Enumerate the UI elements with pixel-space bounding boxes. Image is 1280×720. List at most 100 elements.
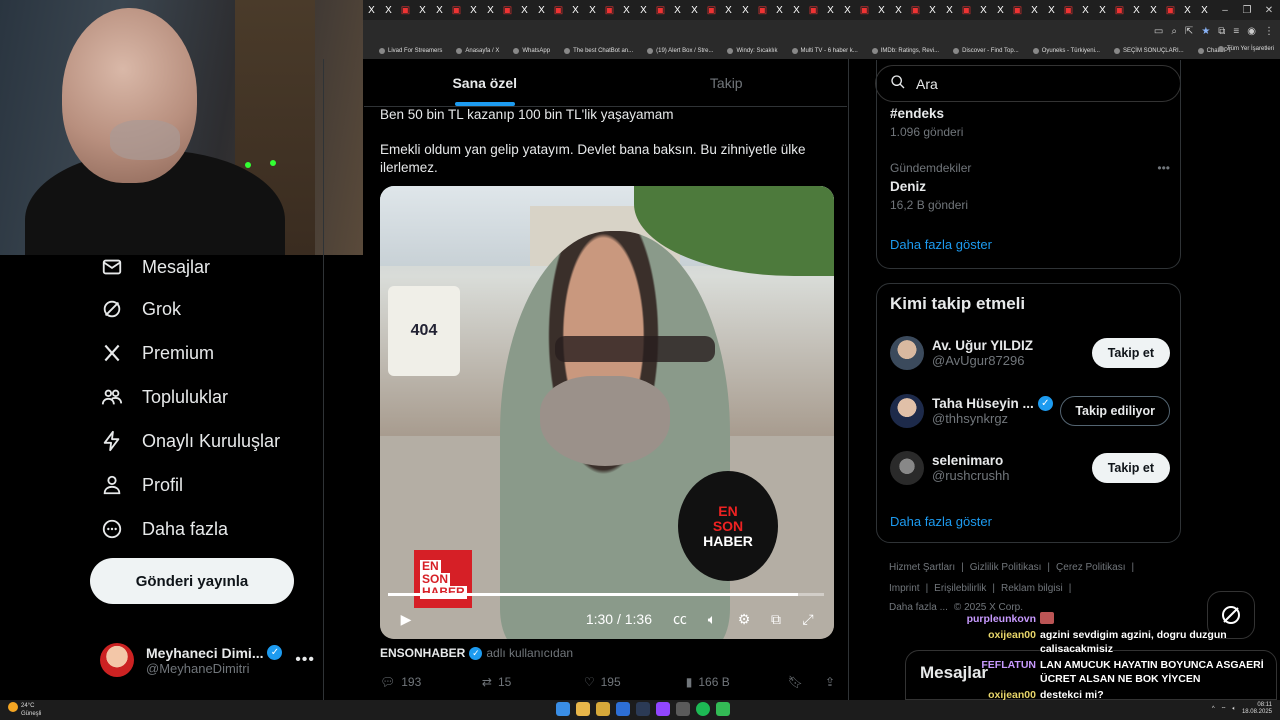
who-item[interactable]: Taha Hüseyin ... ✓ @thhsynkrgz Takip edili…	[890, 394, 1170, 428]
sidebar-item-communities[interactable]: Topluluklar	[100, 385, 228, 409]
tab-following[interactable]: Takip	[606, 60, 848, 106]
sidebar-item-messages[interactable]: Mesajlar	[100, 255, 210, 279]
browser-tab[interactable]: X	[686, 0, 703, 20]
account-switcher[interactable]: Meyhaneci Dimi... ✓ @MeyhaneDimitri •••	[100, 635, 315, 685]
bookmark-item[interactable]: Livad For Streamers	[379, 47, 442, 54]
tray-chevron-icon[interactable]: ^	[1212, 706, 1215, 712]
browser-tab[interactable]: X	[737, 0, 754, 20]
pip-icon[interactable]: ⧉	[760, 611, 792, 628]
play-icon[interactable]: ▶	[390, 611, 422, 628]
address-bar[interactable]	[369, 23, 1154, 39]
like-button[interactable]: ♡ 195	[584, 675, 686, 689]
media-icon[interactable]: ≡	[1233, 26, 1239, 37]
twitch-icon[interactable]	[656, 702, 670, 716]
who-item[interactable]: Av. Uğur YILDIZ @AvUgur87296 Takip et	[890, 336, 1170, 370]
sidebar-item-verified-orgs[interactable]: Onaylı Kuruluşlar	[100, 429, 280, 453]
browser-tab[interactable]: X	[720, 0, 737, 20]
browser-tab[interactable]: X	[465, 0, 482, 20]
following-button[interactable]: Takip ediliyor	[1060, 396, 1170, 426]
browser-tab[interactable]: X	[822, 0, 839, 20]
settings-icon[interactable]: ⚙	[728, 611, 760, 628]
attribution-author[interactable]: ENSONHABER	[380, 646, 465, 660]
browser-tab[interactable]: X	[618, 0, 635, 20]
browser-tab[interactable]: ▣	[703, 0, 720, 20]
browser-tab[interactable]: X	[363, 0, 380, 20]
browser-tab[interactable]: X	[975, 0, 992, 20]
browser-tab[interactable]: X	[992, 0, 1009, 20]
bookmark-star-icon[interactable]: ★	[1201, 26, 1210, 37]
clock[interactable]: 08:11 18.08.2025	[1242, 702, 1272, 716]
browser-tab[interactable]: X	[414, 0, 431, 20]
browser-tab[interactable]: X	[1145, 0, 1162, 20]
browser-tab[interactable]: ▣	[754, 0, 771, 20]
sidebar-item-grok[interactable]: Grok	[100, 297, 181, 321]
browser-tab[interactable]: X	[873, 0, 890, 20]
browser-tab[interactable]: X	[788, 0, 805, 20]
restore-icon[interactable]: ❐	[1236, 5, 1258, 16]
start-icon[interactable]	[556, 702, 570, 716]
who-show-more-link[interactable]: Daha fazla göster	[890, 514, 992, 529]
browser-tab[interactable]: X	[1094, 0, 1111, 20]
app-icon[interactable]	[616, 702, 630, 716]
post-button[interactable]: Gönderi yayınla	[90, 558, 294, 604]
retweet-button[interactable]: ⇄ 15	[482, 675, 584, 689]
views-button[interactable]: ▮ 166 B	[686, 675, 788, 689]
bookmark-item[interactable]: The best ChatBot an...	[564, 47, 633, 54]
app-icon[interactable]	[676, 702, 690, 716]
network-icon[interactable]: ⌔	[1221, 705, 1227, 713]
more-dots-icon[interactable]: •••	[1157, 161, 1170, 175]
share-icon[interactable]: ⇪	[825, 675, 835, 689]
browser-tab[interactable]: ▣	[601, 0, 618, 20]
browser-tab[interactable]: X	[1043, 0, 1060, 20]
browser-tab[interactable]: X	[533, 0, 550, 20]
minimize-icon[interactable]: –	[1214, 5, 1236, 16]
browser-tab[interactable]: ▣	[397, 0, 414, 20]
who-item[interactable]: selenimaro @rushcrushh Takip et	[890, 451, 1170, 485]
steam-icon[interactable]	[636, 702, 650, 716]
browser-tab[interactable]: ▣	[958, 0, 975, 20]
browser-tab[interactable]: ▣	[1060, 0, 1077, 20]
browser-tab[interactable]: ▣	[907, 0, 924, 20]
trend-item[interactable]: #endeks 1.096 gönderi	[890, 106, 963, 139]
browser-tab[interactable]: ▣	[1111, 0, 1128, 20]
trend-item[interactable]: Gündemdekiler ••• Deniz 16,2 B gönderi	[890, 161, 1170, 212]
share-icon[interactable]: ⇱	[1185, 26, 1193, 37]
browser-tab[interactable]: X	[516, 0, 533, 20]
video-progress-bar[interactable]	[388, 593, 824, 596]
browser-tab[interactable]: X	[584, 0, 601, 20]
more-dots-icon[interactable]: •••	[295, 651, 315, 669]
bookmark-icon[interactable]: 🔖︎	[788, 675, 803, 689]
browser-tab[interactable]: X	[635, 0, 652, 20]
browser-tab[interactable]: X	[890, 0, 907, 20]
browser-tab[interactable]: ▣	[1009, 0, 1026, 20]
browser-tab[interactable]: ▣	[805, 0, 822, 20]
chrome-icon[interactable]	[576, 702, 590, 716]
bookmarks-folder[interactable]: Tüm Yer İşaretleri	[1217, 46, 1274, 52]
fullscreen-icon[interactable]: ⤢	[792, 611, 824, 628]
browser-tab[interactable]: X	[1128, 0, 1145, 20]
weather-widget[interactable]: 24°C Güneşli	[8, 702, 41, 718]
sidebar-item-profile[interactable]: Profil	[100, 473, 183, 497]
browser-tab[interactable]: X	[839, 0, 856, 20]
close-icon[interactable]: ✕	[1258, 5, 1280, 16]
bookmark-item[interactable]: WhatsApp	[513, 47, 550, 54]
browser-tab[interactable]: X	[1026, 0, 1043, 20]
file-explorer-icon[interactable]	[596, 702, 610, 716]
browser-tab[interactable]: X	[431, 0, 448, 20]
browser-tab[interactable]: ▣	[448, 0, 465, 20]
menu-icon[interactable]: ⋮	[1264, 26, 1274, 37]
browser-tab[interactable]: ▣	[652, 0, 669, 20]
tab-for-you[interactable]: Sana özel	[364, 60, 606, 106]
browser-tab[interactable]: X	[924, 0, 941, 20]
browser-tab[interactable]: X	[482, 0, 499, 20]
bookmark-item[interactable]: Oyuneks - Türkiyeni...	[1032, 47, 1100, 54]
bookmark-item[interactable]: (19) Alert Box / Stre...	[647, 47, 713, 54]
browser-tab[interactable]: ▣	[550, 0, 567, 20]
browser-tab[interactable]: ▣	[856, 0, 873, 20]
browser-tab[interactable]: X	[771, 0, 788, 20]
bookmark-item[interactable]: IMDb: Ratings, Revi...	[871, 47, 939, 54]
sidebar-item-premium[interactable]: Premium	[100, 341, 214, 365]
volume-icon[interactable]: 🔈︎	[696, 611, 728, 628]
zoom-icon[interactable]: ⌕	[1171, 26, 1177, 37]
browser-tab[interactable]: X	[1196, 0, 1213, 20]
